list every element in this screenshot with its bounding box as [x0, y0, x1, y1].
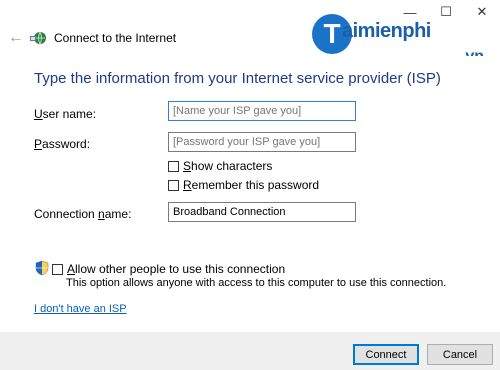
connection-name-input[interactable]: Broadband Connection [168, 202, 356, 222]
watermark-word: aimienphi [342, 20, 431, 42]
window-title: Connect to the Internet [54, 31, 177, 45]
username-label: User name: [34, 107, 97, 121]
password-label: Password: [34, 137, 91, 151]
dialog-content: Type the information from your Internet … [0, 56, 500, 332]
cancel-button[interactable]: Cancel [427, 344, 493, 365]
connect-button[interactable]: Connect [353, 344, 419, 365]
show-characters-label: Show characters [183, 159, 273, 173]
username-input[interactable] [168, 101, 356, 121]
remember-password-option[interactable]: Remember this password [168, 178, 319, 192]
remember-password-checkbox[interactable] [168, 179, 179, 191]
remember-password-label: Remember this password [183, 178, 320, 192]
show-characters-checkbox[interactable] [168, 160, 179, 172]
dialog-footer: Connect Cancel [0, 332, 500, 370]
uac-shield-icon [35, 260, 49, 276]
allow-others-label: Allow other people to use this connectio… [67, 262, 286, 276]
show-characters-option[interactable]: Show characters [168, 159, 272, 173]
no-isp-link[interactable]: I don't have an ISP [34, 303, 127, 315]
allow-others-option[interactable]: Allow other people to use this connectio… [52, 262, 285, 276]
network-icon [30, 31, 46, 46]
password-input[interactable] [168, 132, 356, 152]
allow-others-checkbox[interactable] [52, 263, 63, 275]
page-heading: Type the information from your Internet … [34, 70, 441, 87]
connection-name-label: Connection name: [34, 207, 132, 221]
allow-others-description: This option allows anyone with access to… [66, 277, 447, 289]
back-arrow-icon[interactable]: ← [4, 26, 28, 50]
